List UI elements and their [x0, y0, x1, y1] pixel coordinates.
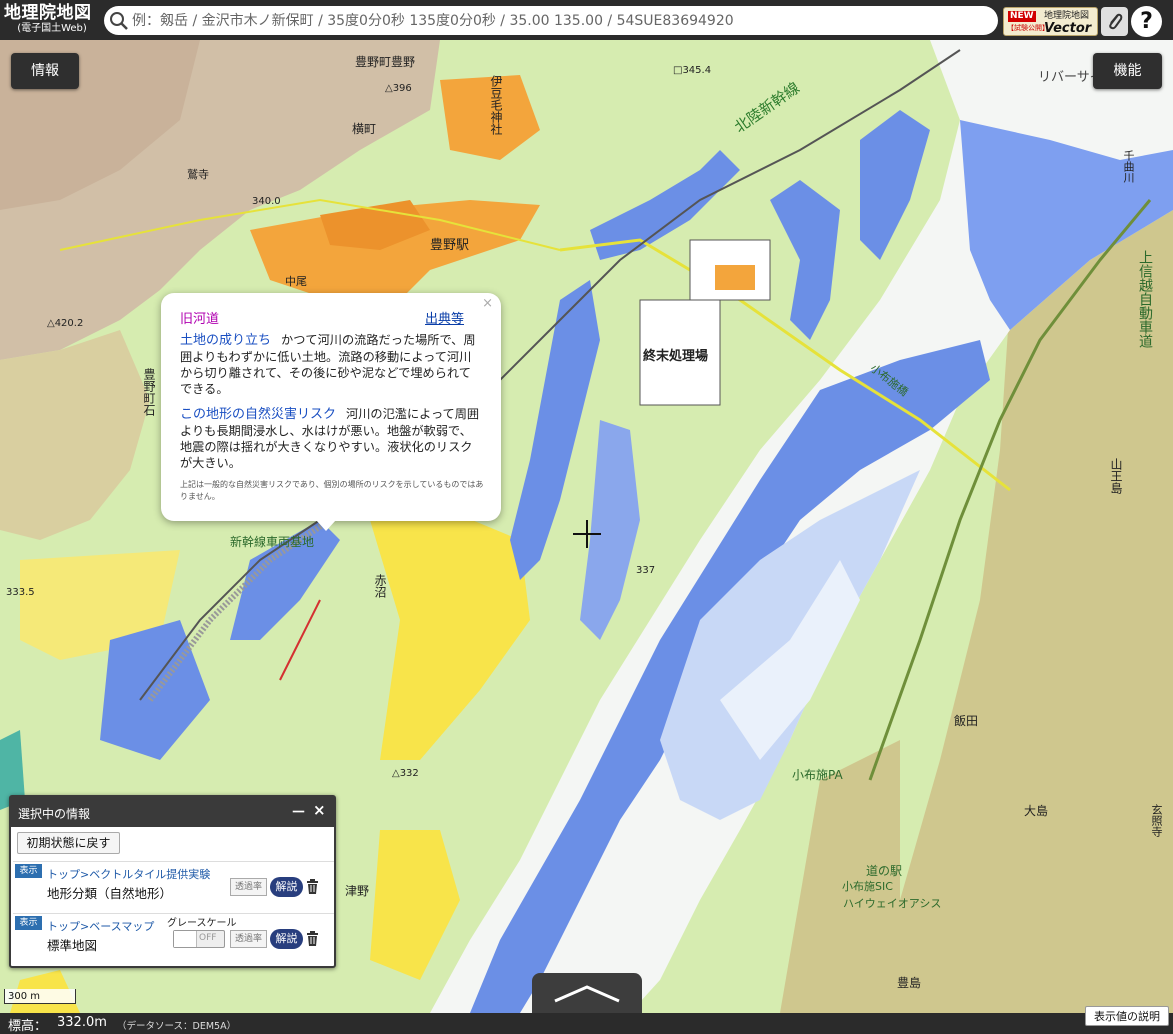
label-el3454: □345.4 — [673, 65, 712, 76]
label-el396: △396 — [385, 83, 412, 94]
label-sewage: 終末処理場 — [643, 345, 709, 364]
grayscale-toggle[interactable]: OFF — [173, 930, 225, 948]
explanation-button[interactable]: 解説 — [270, 877, 303, 897]
label-el337: 337 — [636, 565, 656, 576]
label-genshoji: 玄照寺 — [1150, 804, 1163, 837]
functions-button[interactable]: 機能 — [1093, 53, 1162, 89]
popup-pointer — [316, 520, 336, 531]
label-chikuma: 千曲川 — [1122, 150, 1135, 183]
label-toyoshima: 豊島 — [897, 976, 922, 990]
label-obuse-pa: 小布施PA — [792, 768, 843, 782]
bottom-expand-tab[interactable] — [532, 973, 642, 1014]
trash-icon[interactable] — [306, 931, 319, 946]
transparency-button[interactable]: 透過率 — [230, 878, 267, 896]
label-shinkansen-base: 新幹線車両基地 — [230, 535, 315, 549]
popup-close-button[interactable]: × — [482, 296, 493, 311]
explanation-button[interactable]: 解説 — [270, 929, 303, 949]
label-oshima: 大島 — [1024, 804, 1049, 818]
label-nakao: 中尾 — [285, 275, 307, 288]
label-toyono-station: 豊野駅 — [430, 238, 470, 253]
logo-subtitle: (電子国土Web) — [17, 23, 87, 34]
label-joshinetsu: 上信越自動車道 — [1137, 250, 1153, 348]
label-el4202: △420.2 — [47, 318, 84, 329]
layer-name: 標準地図 — [47, 938, 98, 953]
reset-button[interactable]: 初期状態に戻す — [17, 832, 120, 854]
label-akanuma: 赤沼 — [373, 574, 387, 598]
layer-name: 地形分類（自然地形） — [47, 886, 173, 901]
label-washi: 鷲寺 — [187, 168, 209, 181]
layer-show-toggle[interactable]: 表示 — [15, 864, 42, 878]
popup-section-risk: この地形の自然災害リスク 河川の氾濫によって周囲よりも長期間浸水し、水はけが悪い。… — [180, 406, 482, 471]
vector-map-button[interactable]: NEW 【試験公開】 地理院地図 Vector — [1003, 7, 1098, 36]
logo-title: 地理院地図 — [4, 3, 92, 23]
transparency-button[interactable]: 透過率 — [230, 930, 267, 948]
formation-heading: 土地の成り立ち — [180, 333, 272, 348]
scale-bar: 300 m — [4, 989, 76, 1004]
search-box[interactable] — [104, 6, 998, 35]
search-input[interactable] — [132, 10, 982, 31]
grayscale-label: グレースケール — [167, 918, 237, 929]
selected-info-panel: 選択中の情報 － × 初期状態に戻す 表示 トップ>ベクトルタイル提供実験 地形… — [9, 795, 336, 968]
elevation-source: （データソース：DEM5A） — [117, 1021, 237, 1032]
elevation-value: 332.0m — [57, 1015, 107, 1030]
status-bar: 標高： 332.0m （データソース：DEM5A） — [0, 1013, 1173, 1034]
panel-header[interactable]: 選択中の情報 － × — [11, 797, 334, 827]
source-link[interactable]: 出典等 — [425, 308, 464, 327]
popup-section-formation: 土地の成り立ち かつて河川の流路だった場所で、周囲よりもわずかに低い土地。流路の移… — [180, 332, 482, 397]
panel-title: 選択中の情報 — [18, 807, 91, 821]
label-el332: △332 — [392, 768, 419, 779]
feature-popup: × 旧河道 出典等 土地の成り立ち かつて河川の流路だった場所で、周囲よりもわずか… — [161, 293, 501, 531]
search-icon — [110, 12, 128, 30]
layer-path[interactable]: トップ>ベクトルタイル提供実験 — [47, 866, 210, 882]
new-badge: NEW — [1008, 11, 1036, 22]
vector-label: Vector — [1044, 21, 1092, 36]
label-michinoeki: 道の駅 — [866, 864, 903, 878]
info-button[interactable]: 情報 — [11, 53, 79, 89]
toggle-knob — [174, 931, 197, 947]
value-description-button[interactable]: 表示値の説明 — [1085, 1006, 1169, 1026]
label-el3400: 340.0 — [252, 196, 281, 207]
chevron-up-icon — [554, 985, 620, 1003]
help-button[interactable]: ? — [1131, 6, 1162, 37]
panel-close-button[interactable]: × — [313, 801, 326, 819]
label-tsuno: 津野 — [345, 884, 370, 898]
top-header: 地理院地図 (電子国土Web) NEW 【試験公開】 地理院地図 Vector … — [0, 0, 1173, 40]
label-toyonomachi-ishi: 豊野町石 — [142, 368, 156, 416]
popup-title: 旧河道 — [180, 312, 220, 327]
layer-show-toggle[interactable]: 表示 — [15, 916, 42, 930]
label-yokomachi: 横町 — [352, 122, 377, 136]
panel-minimize-button[interactable]: － — [291, 801, 306, 822]
layer-row: 表示 トップ>ベクトルタイル提供実験 地形分類（自然地形） 透過率 解説 — [13, 861, 334, 912]
app-logo[interactable]: 地理院地図 (電子国土Web) — [4, 3, 100, 35]
risk-heading: この地形の自然災害リスク — [180, 407, 337, 422]
label-sanno: 山王島 — [1109, 458, 1123, 494]
layer-path[interactable]: トップ>ベースマップ — [47, 918, 154, 934]
trash-icon[interactable] — [306, 879, 319, 894]
label-izuke: 伊豆毛神社 — [489, 75, 503, 135]
label-obuse-sic: 小布施SIC — [842, 880, 893, 893]
layer-row: 表示 トップ>ベースマップ 標準地図 グレースケール OFF 透過率 解説 — [13, 913, 334, 964]
toggle-label: OFF — [199, 933, 217, 943]
label-toyono: 豊野町豊野 — [355, 55, 416, 69]
paperclip-icon — [1109, 13, 1123, 30]
popup-note: 上記は一般的な自然災害リスクであり、個別の場所のリスクを示しているものではありま… — [180, 480, 484, 501]
share-link-button[interactable] — [1101, 7, 1128, 36]
label-iida: 飯田 — [954, 714, 979, 728]
label-el3335: 333.5 — [6, 587, 35, 598]
elevation-label: 標高： — [8, 1019, 48, 1034]
trial-label: 【試験公開】 — [1007, 24, 1049, 32]
label-highway-oasis: ハイウェイオアシス — [843, 897, 942, 910]
